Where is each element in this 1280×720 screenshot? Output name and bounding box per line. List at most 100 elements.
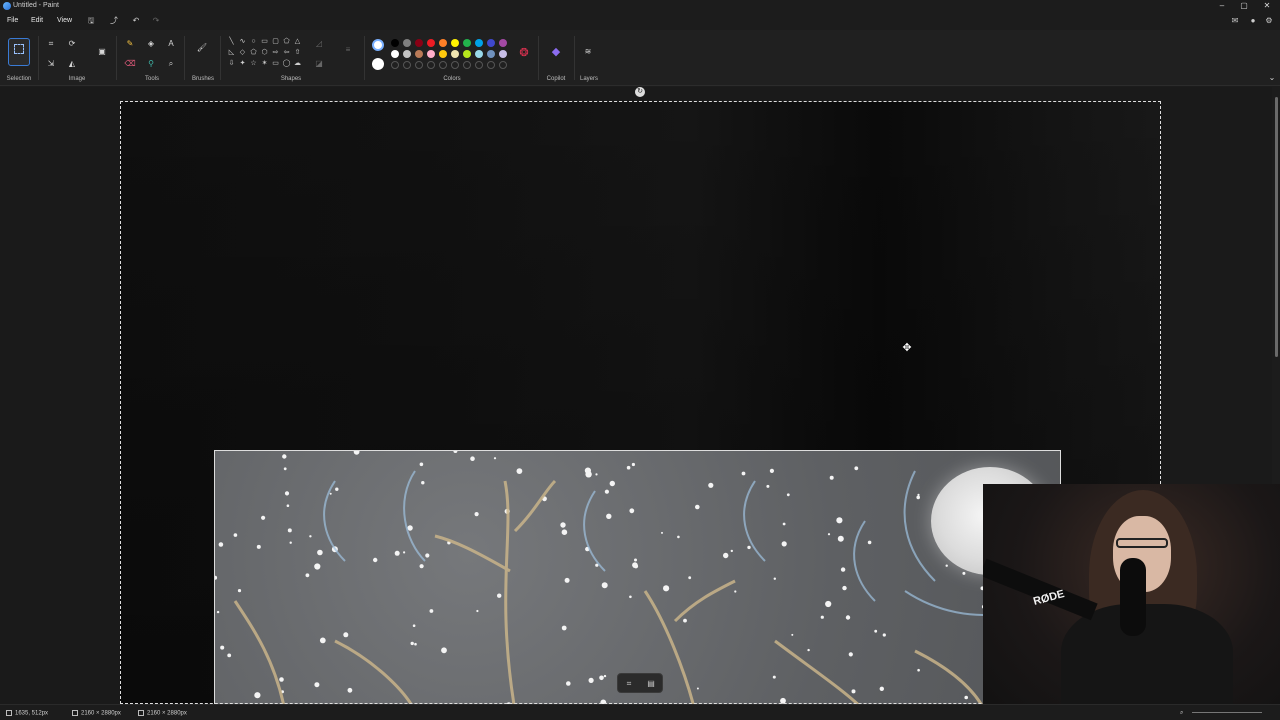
rotate-handle-icon[interactable]: ↻ xyxy=(635,87,645,97)
custom-color-slot[interactable] xyxy=(403,61,411,69)
custom-color-slot[interactable] xyxy=(391,61,399,69)
painted-star xyxy=(766,484,770,488)
star-six-shape-icon[interactable]: ✶ xyxy=(260,59,269,68)
palette-swatch[interactable] xyxy=(463,39,471,47)
palette-swatch[interactable] xyxy=(475,39,483,47)
callout-rect-shape-icon[interactable]: ▭ xyxy=(271,59,280,68)
painted-star xyxy=(786,493,790,497)
pencil-icon[interactable]: ✎ xyxy=(124,38,136,50)
palette-swatch[interactable] xyxy=(475,50,483,58)
fill-icon[interactable]: ◪ xyxy=(313,58,325,70)
palette-swatch[interactable] xyxy=(487,39,495,47)
minimize-button[interactable]: – xyxy=(1212,0,1232,12)
palette-swatch[interactable] xyxy=(403,50,411,58)
palette-swatch[interactable] xyxy=(451,50,459,58)
undo-icon[interactable]: ↶ xyxy=(131,16,141,26)
account-icon[interactable]: ● xyxy=(1248,16,1258,26)
curve-shape-icon[interactable]: ∿ xyxy=(238,37,247,46)
arrow-up-shape-icon[interactable]: ⇧ xyxy=(293,48,302,57)
arrow-left-shape-icon[interactable]: ⇦ xyxy=(282,48,291,57)
rectangle-shape-icon[interactable]: ▭ xyxy=(260,37,269,46)
color-1-selector[interactable] xyxy=(372,39,384,51)
brush-icon[interactable]: 🖌 xyxy=(196,42,208,54)
zoom-slider[interactable] xyxy=(1192,712,1262,713)
feedback-icon[interactable]: ✉ xyxy=(1230,16,1240,26)
color-2-selector[interactable] xyxy=(372,58,384,70)
shape-size-icon[interactable]: ≡ xyxy=(342,44,354,56)
crop-to-selection-icon[interactable]: ⌗ xyxy=(623,678,635,690)
painted-star xyxy=(677,535,680,539)
custom-color-slot[interactable] xyxy=(475,61,483,69)
share-icon[interactable]: ⤴ xyxy=(109,16,119,26)
close-button[interactable]: ✕ xyxy=(1257,0,1277,12)
custom-color-slot[interactable] xyxy=(427,61,435,69)
group-label-image: Image xyxy=(68,76,86,82)
polygon-shape-icon[interactable]: ⬠ xyxy=(282,37,291,46)
settings-gear-icon[interactable]: ⚙ xyxy=(1264,16,1274,26)
palette-swatch[interactable] xyxy=(487,50,495,58)
palette-swatch[interactable] xyxy=(391,50,399,58)
selection-tool-button[interactable] xyxy=(8,38,30,66)
hexagon-shape-icon[interactable]: ⬡ xyxy=(260,48,269,57)
palette-swatch[interactable] xyxy=(463,50,471,58)
resize-icon[interactable]: ⇲ xyxy=(45,58,57,70)
layers-icon[interactable]: ≋ xyxy=(582,46,594,58)
rounded-rectangle-shape-icon[interactable]: ▢ xyxy=(271,37,280,46)
color-picker-icon[interactable]: ⚲ xyxy=(145,58,157,70)
palette-swatch[interactable] xyxy=(439,39,447,47)
group-label-copilot: Copilot xyxy=(546,76,566,82)
palette-swatch[interactable] xyxy=(439,50,447,58)
palette-swatch[interactable] xyxy=(451,39,459,47)
palette-swatch[interactable] xyxy=(427,39,435,47)
star-five-shape-icon[interactable]: ☆ xyxy=(249,59,258,68)
zoom-icon[interactable]: ⌕ xyxy=(1180,710,1183,717)
menu-view[interactable]: View xyxy=(57,17,72,24)
custom-color-slot[interactable] xyxy=(499,61,507,69)
palette-swatch[interactable] xyxy=(499,50,507,58)
arrow-down-shape-icon[interactable]: ⇩ xyxy=(227,59,236,68)
line-shape-icon[interactable]: ╲ xyxy=(227,37,236,46)
pentagon-shape-icon[interactable]: ⬠ xyxy=(249,48,258,57)
palette-swatch[interactable] xyxy=(403,39,411,47)
palette-swatch[interactable] xyxy=(427,50,435,58)
selection-menu-icon[interactable]: ▤ xyxy=(645,678,657,690)
crop-icon[interactable]: ⌗ xyxy=(45,38,57,50)
fill-bucket-icon[interactable]: ◈ xyxy=(145,38,157,50)
custom-color-slot[interactable] xyxy=(415,61,423,69)
collapse-ribbon-icon[interactable]: ⌄ xyxy=(1266,72,1278,84)
callout-oval-shape-icon[interactable]: ◯ xyxy=(282,59,291,68)
flip-icon[interactable]: ◭ xyxy=(66,58,78,70)
redo-icon[interactable]: ↷ xyxy=(151,16,161,26)
painted-star xyxy=(730,549,733,553)
palette-swatch[interactable] xyxy=(499,39,507,47)
custom-color-slot[interactable] xyxy=(487,61,495,69)
copilot-icon[interactable]: ◆ xyxy=(550,46,562,58)
right-triangle-shape-icon[interactable]: ◺ xyxy=(227,48,236,57)
palette-swatch[interactable] xyxy=(391,39,399,47)
menu-file[interactable]: File xyxy=(7,17,18,24)
edit-colors-icon[interactable]: ❂ xyxy=(518,47,530,59)
magnifier-icon[interactable]: ⌕ xyxy=(165,58,177,70)
rotate-icon[interactable]: ⟳ xyxy=(66,38,78,50)
painted-star xyxy=(474,512,479,517)
save-icon[interactable]: 🖫 xyxy=(86,16,96,26)
custom-color-slot[interactable] xyxy=(439,61,447,69)
background-removal-icon[interactable]: ▣ xyxy=(96,46,108,58)
custom-color-slot[interactable] xyxy=(451,61,459,69)
painted-star xyxy=(741,471,746,476)
palette-swatch[interactable] xyxy=(415,39,423,47)
scroll-thumb[interactable] xyxy=(1275,97,1278,357)
palette-swatch[interactable] xyxy=(415,50,423,58)
custom-color-slot[interactable] xyxy=(463,61,471,69)
menu-edit[interactable]: Edit xyxy=(31,17,43,24)
triangle-shape-icon[interactable]: △ xyxy=(293,37,302,46)
star-four-shape-icon[interactable]: ✦ xyxy=(238,59,247,68)
diamond-shape-icon[interactable]: ◇ xyxy=(238,48,247,57)
callout-cloud-shape-icon[interactable]: ☁ xyxy=(293,59,302,68)
oval-shape-icon[interactable]: ○ xyxy=(249,37,258,46)
eraser-icon[interactable]: ⌫ xyxy=(124,58,136,70)
maximize-button[interactable]: ▢ xyxy=(1234,0,1254,12)
text-icon[interactable]: A xyxy=(165,38,177,50)
outline-icon[interactable]: ◿ xyxy=(313,38,325,50)
arrow-right-shape-icon[interactable]: ⇨ xyxy=(271,48,280,57)
